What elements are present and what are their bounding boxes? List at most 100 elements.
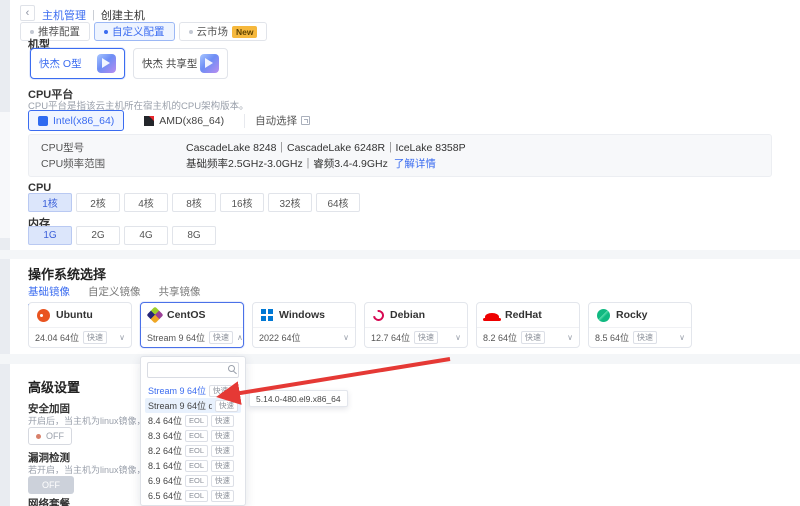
os-card-centos[interactable]: CentOS Stream 9 64位 快速 ∧	[140, 302, 244, 348]
os-version: 12.7 64位	[371, 331, 410, 344]
search-icon	[228, 365, 235, 372]
dropdown-item-stream9-variant[interactable]: Stream 9 64位 davdbot 快速	[145, 398, 241, 413]
dropdown-item-8-2[interactable]: 8.2 64位 EOL 快速	[145, 443, 241, 458]
cpu-frequency-row: CPU频率范围 基础频率2.5GHz-3.0GHz｜睿频3.4-4.9GHz 了…	[41, 156, 759, 171]
os-name: Windows	[279, 309, 325, 321]
cpu-frequency-value: 基础频率2.5GHz-3.0GHz｜睿频3.4-4.9GHz	[186, 156, 388, 171]
chevron-down-icon[interactable]: ∨	[679, 333, 685, 342]
fast-tag: 快速	[211, 490, 234, 502]
auto-select-icon	[301, 116, 310, 125]
os-card-header: Ubuntu	[29, 303, 131, 328]
security-hardening-toggle[interactable]: OFF	[28, 427, 72, 445]
os-version: Stream 9 64位	[147, 331, 205, 344]
vulnerability-detect-toggle[interactable]: OFF	[28, 476, 74, 494]
memory-option-1g[interactable]: 1G	[28, 226, 72, 245]
centos-version-dropdown: Stream 9 64位 快速 Stream 9 64位 davdbot 快速 …	[140, 356, 246, 506]
fast-tag: 快速	[211, 445, 234, 457]
machine-card-kuaijie-shared[interactable]: 快杰 共享型	[133, 48, 228, 79]
fast-tag: 快速	[211, 415, 234, 427]
memory-option-8g[interactable]: 8G	[172, 226, 216, 245]
new-badge: New	[232, 26, 257, 38]
os-version: 8.2 64位	[483, 331, 517, 344]
tab-custom-config[interactable]: 自定义配置	[94, 22, 175, 41]
cpu-option-32core[interactable]: 32核	[268, 193, 312, 212]
kernel-version-text: 5.14.0-480.el9.x86_64	[256, 394, 341, 404]
os-name: Debian	[390, 309, 425, 321]
dropdown-item-stream9[interactable]: Stream 9 64位 快速	[145, 383, 241, 398]
os-version-select[interactable]: 8.5 64位 快速 ∨	[589, 328, 691, 347]
config-tabs: 推荐配置 自定义配置 云市场 New	[20, 22, 267, 41]
memory-option-4g[interactable]: 4G	[124, 226, 168, 245]
breadcrumb-host-management[interactable]: 主机管理	[42, 7, 86, 23]
cpu-option-1core[interactable]: 1核	[28, 193, 72, 212]
dropdown-item-label: 6.5 64位	[148, 489, 182, 502]
os-version-select[interactable]: Stream 9 64位 快速 ∧	[141, 328, 243, 347]
kuaijie-logo-icon	[200, 54, 219, 73]
os-card-header: Windows	[253, 303, 355, 328]
network-plan-label: 网络套餐	[28, 496, 70, 506]
platform-auto-select-option[interactable]: 自动选择	[255, 113, 310, 128]
amd-icon	[144, 116, 154, 126]
os-card-debian[interactable]: Debian 12.7 64位 快速 ∨	[364, 302, 468, 348]
cpu-option-64core[interactable]: 64核	[316, 193, 360, 212]
dropdown-item-8-1[interactable]: 8.1 64位 EOL 快速	[145, 458, 241, 473]
tab-cloud-market[interactable]: 云市场 New	[179, 22, 268, 41]
platform-intel-option[interactable]: Intel(x86_64)	[28, 110, 124, 131]
cpu-option-2core[interactable]: 2核	[76, 193, 120, 212]
cpu-option-8core[interactable]: 8核	[172, 193, 216, 212]
dropdown-item-8-3[interactable]: 8.3 64位 EOL 快速	[145, 428, 241, 443]
breadcrumb: 主机管理 | 创建主机	[42, 7, 145, 23]
machine-card-kuaijie-o[interactable]: 快杰 O型	[30, 48, 125, 79]
os-version-select[interactable]: 24.04 64位 快速 ∨	[29, 328, 131, 347]
platform-amd-option[interactable]: AMD(x86_64)	[134, 110, 234, 131]
dropdown-item-label: Stream 9 64位	[148, 384, 206, 397]
os-version-select[interactable]: 8.2 64位 快速 ∨	[477, 328, 579, 347]
os-version-select[interactable]: 12.7 64位 快速 ∨	[365, 328, 467, 347]
platform-option-label: 自动选择	[255, 113, 297, 128]
back-button[interactable]: ‹	[20, 5, 35, 21]
tab-label: 云市场	[197, 24, 229, 39]
centos-icon	[147, 307, 164, 324]
section-separator	[0, 354, 800, 364]
tab-dot-icon	[30, 30, 34, 34]
chevron-down-icon[interactable]: ∨	[455, 333, 461, 342]
chevron-down-icon[interactable]: ∨	[567, 333, 573, 342]
cpu-option-4core[interactable]: 4核	[124, 193, 168, 212]
dropdown-item-label: 8.1 64位	[148, 459, 182, 472]
divider	[244, 114, 245, 128]
os-card-redhat[interactable]: RedHat 8.2 64位 快速 ∨	[476, 302, 580, 348]
dropdown-item-6-9[interactable]: 6.9 64位 EOL 快速	[145, 473, 241, 488]
memory-option-2g[interactable]: 2G	[76, 226, 120, 245]
intel-icon	[38, 116, 48, 126]
cpu-core-options: 1核 2核 4核 8核 16核 32核 64核	[28, 193, 360, 212]
dropdown-search-input[interactable]	[147, 362, 239, 378]
tab-dot-icon	[104, 30, 108, 34]
cpu-model-row: CPU型号 CascadeLake 8248｜CascadeLake 6248R…	[41, 140, 759, 155]
kuaijie-logo-icon	[97, 54, 116, 73]
os-version: 8.5 64位	[595, 331, 629, 344]
chevron-down-icon[interactable]: ∨	[343, 333, 349, 342]
os-card-windows[interactable]: Windows 2022 64位 ∨	[252, 302, 356, 348]
dropdown-item-6-5[interactable]: 6.5 64位 EOL 快速	[145, 488, 241, 503]
platform-option-label: Intel(x86_64)	[53, 115, 114, 127]
dropdown-item-label: 8.4 64位	[148, 414, 182, 427]
fast-tag: 快速	[521, 331, 545, 344]
dropdown-item-8-4[interactable]: 8.4 64位 EOL 快速	[145, 413, 241, 428]
machine-card-name: 快杰 共享型	[142, 56, 197, 71]
ubuntu-icon	[37, 309, 50, 322]
back-chevron-icon: ‹	[26, 7, 30, 19]
kernel-version-tooltip: 5.14.0-480.el9.x86_64	[249, 390, 348, 407]
fast-tag: 快速	[83, 331, 107, 344]
chevron-up-icon[interactable]: ∧	[237, 333, 243, 342]
chevron-down-icon[interactable]: ∨	[119, 333, 125, 342]
eol-tag: EOL	[185, 490, 208, 502]
eol-tag: EOL	[185, 475, 208, 487]
redhat-icon	[485, 313, 499, 321]
os-card-rocky[interactable]: Rocky 8.5 64位 快速 ∨	[588, 302, 692, 348]
os-card-ubuntu[interactable]: Ubuntu 24.04 64位 快速 ∨	[28, 302, 132, 348]
cpu-option-16core[interactable]: 16核	[220, 193, 264, 212]
os-version-select[interactable]: 2022 64位 ∨	[253, 328, 355, 347]
learn-more-link[interactable]: 了解详情	[394, 156, 436, 171]
machine-type-cards: 快杰 O型 快杰 共享型	[30, 48, 228, 79]
cpu-platform-options: Intel(x86_64) AMD(x86_64) 自动选择	[28, 110, 310, 131]
